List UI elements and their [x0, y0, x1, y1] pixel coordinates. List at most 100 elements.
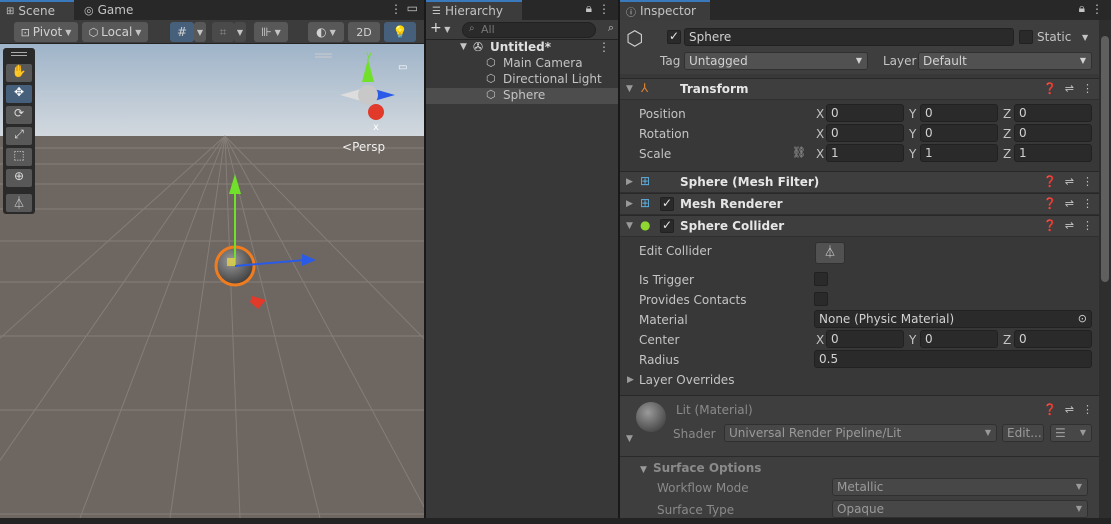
axis-y-label[interactable]: Y — [909, 107, 916, 121]
move-tool-button[interactable]: ✥ — [6, 85, 32, 103]
draw-mode-dropdown[interactable]: ◐ ▼ — [308, 22, 344, 42]
mesh-filter-header[interactable]: ▶ ⊞ Sphere (Mesh Filter) ❓ ⇌ ⋮ — [620, 171, 1099, 193]
position-z-field[interactable]: 0 — [1014, 104, 1092, 122]
axis-y-label[interactable]: Y — [909, 333, 916, 347]
axis-z-label[interactable]: Z — [1003, 333, 1011, 347]
sphere-collider-enabled-checkbox[interactable] — [660, 218, 674, 233]
custom-tool-button[interactable]: ⏃ — [6, 194, 32, 212]
static-checkbox[interactable] — [1019, 30, 1033, 44]
surface-options-label[interactable]: Surface Options — [653, 461, 761, 475]
scale-x-field[interactable]: 1 — [826, 144, 904, 162]
position-x-field[interactable]: 0 — [826, 104, 904, 122]
tab-hierarchy[interactable]: ☰ Hierarchy — [426, 0, 522, 20]
scale-z-field[interactable]: 1 — [1014, 144, 1092, 162]
help-icon[interactable]: ❓ — [1043, 82, 1057, 95]
hand-tool-button[interactable]: ✋ — [6, 64, 32, 82]
lighting-toggle[interactable]: 💡 — [384, 22, 416, 42]
help-icon[interactable]: ❓ — [1043, 197, 1057, 210]
inspector-scrollbar[interactable] — [1099, 20, 1111, 518]
center-z-field[interactable]: 0 — [1014, 330, 1092, 348]
sphere-collider-header[interactable]: ▼ ● Sphere Collider ❓ ⇌ ⋮ — [620, 215, 1099, 237]
tab-inspector[interactable]: ⓘ Inspector — [620, 0, 710, 20]
object-picker-icon[interactable]: ⊙ — [1078, 311, 1087, 327]
kebab-menu-icon[interactable]: ⋮ — [390, 2, 402, 16]
grid-snap-dropdown[interactable]: ▼ — [194, 22, 206, 42]
local-dropdown[interactable]: ⬡ Local ▼ — [82, 22, 148, 42]
rotate-tool-button[interactable]: ⟳ — [6, 106, 32, 124]
presets-icon[interactable]: ⇌ — [1065, 403, 1074, 416]
rotation-label[interactable]: Rotation — [639, 127, 689, 141]
position-label[interactable]: Position — [639, 107, 686, 121]
chevron-down-icon[interactable]: ▼ — [640, 465, 647, 475]
axis-y-label[interactable]: Y — [909, 147, 916, 161]
kebab-menu-icon[interactable]: ⋮ — [1091, 2, 1103, 16]
surface-type-dropdown[interactable]: Opaque ▼ — [832, 500, 1088, 518]
help-icon[interactable]: ❓ — [1043, 219, 1057, 232]
kebab-menu-icon[interactable]: ⋮ — [598, 40, 610, 54]
rect-tool-button[interactable]: ⬚ — [6, 148, 32, 166]
shader-dropdown[interactable]: Universal Render Pipeline/Lit ▼ — [724, 424, 997, 442]
mode-2d-button[interactable]: 2D — [348, 22, 380, 42]
tab-game[interactable]: ◎ Game — [78, 0, 138, 20]
scrollbar-thumb[interactable] — [1101, 36, 1109, 282]
edit-collider-button[interactable]: ⏃ — [815, 242, 845, 264]
help-icon[interactable]: ❓ — [1043, 175, 1057, 188]
scale-label[interactable]: Scale — [639, 147, 671, 161]
list-item[interactable]: ⬡ Main Camera — [426, 56, 618, 72]
transform-header[interactable]: ▼ ⅄ Transform ❓ ⇌ ⋮ — [620, 78, 1099, 100]
scale-tool-button[interactable]: ⤢ — [6, 127, 32, 145]
rotation-z-field[interactable]: 0 — [1014, 124, 1092, 142]
shader-options-button[interactable]: ☰ ▼ — [1050, 424, 1092, 442]
ruler-toggle[interactable]: ⊪ ▼ — [254, 22, 288, 42]
lock-icon[interactable]: 🔒︎ — [1079, 1, 1085, 16]
chevron-down-icon[interactable]: ▼ — [460, 42, 467, 52]
presets-icon[interactable]: ⇌ — [1065, 219, 1074, 232]
help-icon[interactable]: ❓ — [1043, 403, 1057, 416]
presets-icon[interactable]: ⇌ — [1065, 197, 1074, 210]
kebab-menu-icon[interactable]: ⋮ — [598, 2, 610, 16]
increment-snap-toggle[interactable]: ⌗ — [212, 22, 234, 42]
active-checkbox[interactable] — [667, 29, 681, 44]
position-y-field[interactable]: 0 — [920, 104, 998, 122]
kebab-menu-icon[interactable]: ⋮ — [1082, 219, 1093, 232]
presets-icon[interactable]: ⇌ — [1065, 82, 1074, 95]
object-name-field[interactable]: Sphere — [684, 28, 1014, 46]
tab-scene[interactable]: ⊞ Scene — [0, 0, 74, 20]
center-y-field[interactable]: 0 — [920, 330, 998, 348]
layer-dropdown[interactable]: Default ▼ — [918, 52, 1092, 70]
mesh-renderer-enabled-checkbox[interactable] — [660, 196, 674, 211]
rotation-y-field[interactable]: 0 — [920, 124, 998, 142]
persp-label[interactable]: <Persp — [342, 140, 385, 154]
palette-grip[interactable] — [11, 52, 27, 56]
tag-dropdown[interactable]: Untagged ▼ — [684, 52, 868, 70]
scale-y-field[interactable]: 1 — [920, 144, 998, 162]
axis-x-label[interactable]: X — [816, 127, 824, 141]
maximize-icon[interactable]: ▭ — [407, 1, 418, 15]
grid-snap-toggle[interactable]: # — [170, 22, 194, 42]
radius-label[interactable]: Radius — [639, 353, 679, 367]
scene-viewport[interactable]: y x ▭ — [0, 44, 424, 518]
radius-field[interactable]: 0.5 — [814, 350, 1092, 368]
center-x-field[interactable]: 0 — [826, 330, 904, 348]
kebab-menu-icon[interactable]: ⋮ — [1082, 403, 1093, 416]
is-trigger-checkbox[interactable] — [814, 272, 828, 286]
axis-x-label[interactable]: X — [816, 147, 824, 161]
mesh-renderer-header[interactable]: ▶ ⊞ Mesh Renderer ❓ ⇌ ⋮ — [620, 193, 1099, 215]
presets-icon[interactable]: ⇌ — [1065, 175, 1074, 188]
add-button[interactable]: + ▼ — [430, 20, 458, 38]
search-options-icon[interactable]: ⌕ — [608, 21, 614, 35]
workflow-mode-dropdown[interactable]: Metallic ▼ — [832, 478, 1088, 496]
axis-y-label[interactable]: Y — [909, 127, 916, 141]
axis-z-label[interactable]: Z — [1003, 127, 1011, 141]
hierarchy-search[interactable]: ⌕ All — [462, 22, 596, 38]
chevron-down-icon[interactable]: ▼ — [626, 434, 633, 444]
kebab-menu-icon[interactable]: ⋮ — [1082, 82, 1093, 95]
gameobject-cube-icon[interactable]: ⬡ — [626, 26, 643, 50]
kebab-menu-icon[interactable]: ⋮ — [1082, 175, 1093, 188]
layer-overrides-label[interactable]: Layer Overrides — [639, 373, 734, 387]
transform-tool-button[interactable]: ⊕ — [6, 169, 32, 187]
material-object-field[interactable]: None (Physic Material) ⊙ — [814, 310, 1092, 328]
scene-root-row[interactable]: ▼ ✇ Untitled* ⋮ — [426, 40, 618, 56]
list-item[interactable]: ⬡ Directional Light — [426, 72, 618, 88]
axis-z-label[interactable]: Z — [1003, 147, 1011, 161]
